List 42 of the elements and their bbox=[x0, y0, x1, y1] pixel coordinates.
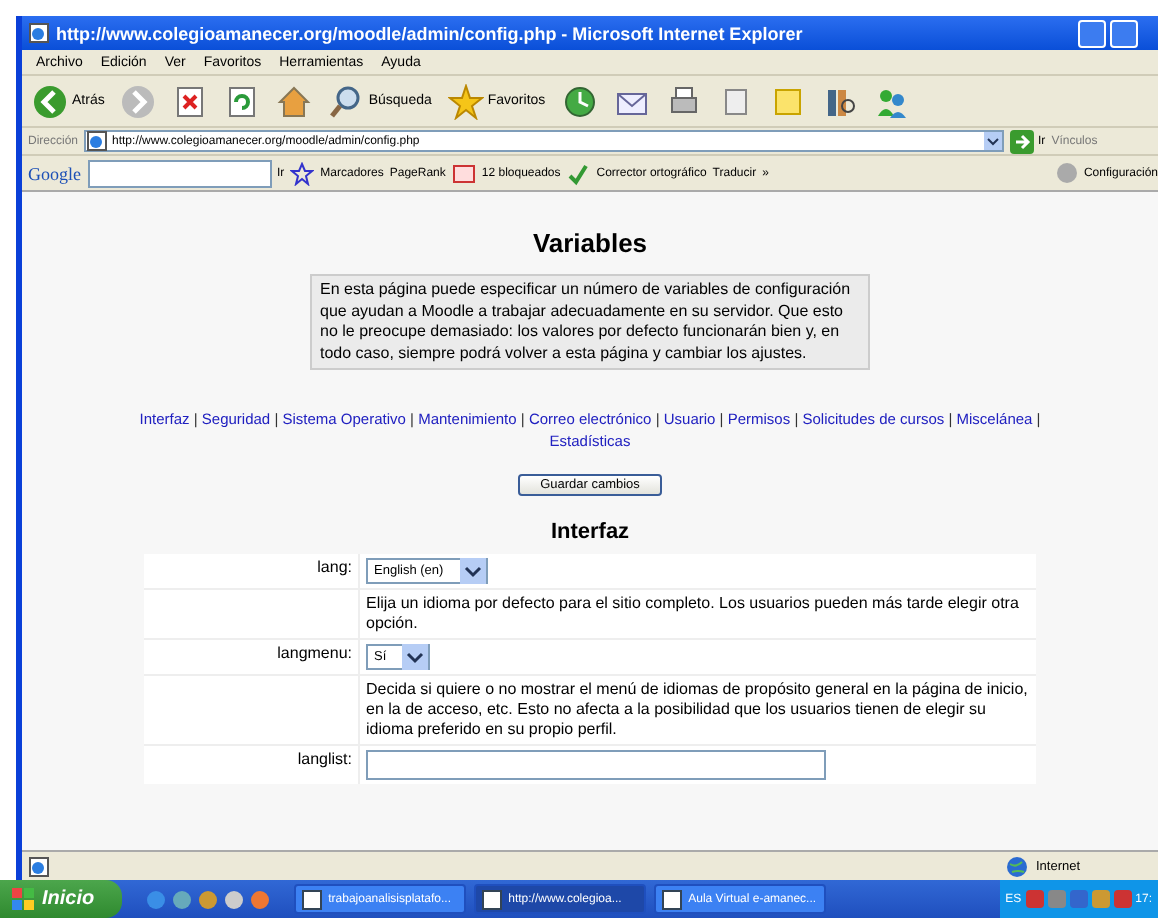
globe-icon bbox=[1006, 855, 1028, 877]
quick-launch-icon[interactable] bbox=[146, 889, 167, 909]
intro-text: En esta página puede especificar un número de variables de configuración que ayudan a Moodle a trabajar adecuadamente en su servidor. Que esto no le preocupe demasiado: los valores por defecto funcionarán bien y, en todo caso, siempre podrá volver a esta página y cambiar los ajustes. bbox=[310, 274, 870, 370]
dropdown-arrow-icon bbox=[984, 132, 1003, 150]
minimize-button[interactable] bbox=[1078, 19, 1106, 47]
quick-launch-icon[interactable] bbox=[198, 889, 219, 909]
note-icon[interactable] bbox=[769, 83, 806, 119]
quick-launch-icon[interactable] bbox=[224, 889, 245, 909]
quick-launch-icon[interactable] bbox=[250, 889, 271, 909]
window-title: http://www.colegioamanecer.org/moodle/admin/config.php - Microsoft Internet Explorer bbox=[56, 23, 805, 43]
search-field[interactable] bbox=[87, 159, 271, 187]
page-icon bbox=[28, 22, 50, 44]
printer-icon[interactable] bbox=[665, 83, 702, 119]
quick-launch-icon[interactable] bbox=[172, 889, 193, 909]
refresh-icon[interactable] bbox=[224, 83, 261, 119]
setting-label: lang: bbox=[144, 554, 358, 588]
windows-logo-icon bbox=[12, 887, 36, 911]
window-icon bbox=[302, 889, 323, 909]
home-icon[interactable] bbox=[276, 83, 313, 119]
google-logo: Google bbox=[28, 163, 81, 183]
window-icon bbox=[662, 889, 683, 909]
spellcheck-icon bbox=[566, 161, 591, 185]
setting-description: Decida si quiere o no mostrar el menú de idiomas de propósito general en la página de inicio, en la de acceso, etc. Esto no afecta a la posibilidad que los usuarios tienen de elegir su idioma preferido en su propio perfil. bbox=[360, 676, 1036, 744]
section-heading: Interfaz bbox=[550, 520, 630, 544]
setting-description: Elija un idioma por defecto para el sitio completo. Los usuarios pueden más tarde elegir otra opción. bbox=[360, 590, 1036, 638]
setting-label: langmenu: bbox=[144, 640, 358, 674]
go-arrow-icon bbox=[1010, 129, 1035, 153]
search-icon bbox=[328, 83, 365, 119]
page-heading: Variables bbox=[532, 228, 648, 258]
start-button[interactable]: Inicio bbox=[0, 880, 123, 918]
settings-icon[interactable] bbox=[1055, 162, 1078, 184]
bookmark-star-icon bbox=[290, 161, 315, 185]
setting-label: langlist: bbox=[144, 746, 358, 784]
clock-icon[interactable] bbox=[561, 83, 598, 119]
window-icon bbox=[482, 889, 503, 909]
text-field[interactable] bbox=[366, 750, 826, 780]
stop-icon[interactable] bbox=[172, 83, 209, 119]
page-icon bbox=[86, 130, 109, 152]
star-icon bbox=[447, 83, 484, 119]
maximize-button[interactable] bbox=[1110, 19, 1138, 47]
page-icon bbox=[28, 855, 50, 877]
popup-blocker-icon bbox=[451, 161, 476, 185]
